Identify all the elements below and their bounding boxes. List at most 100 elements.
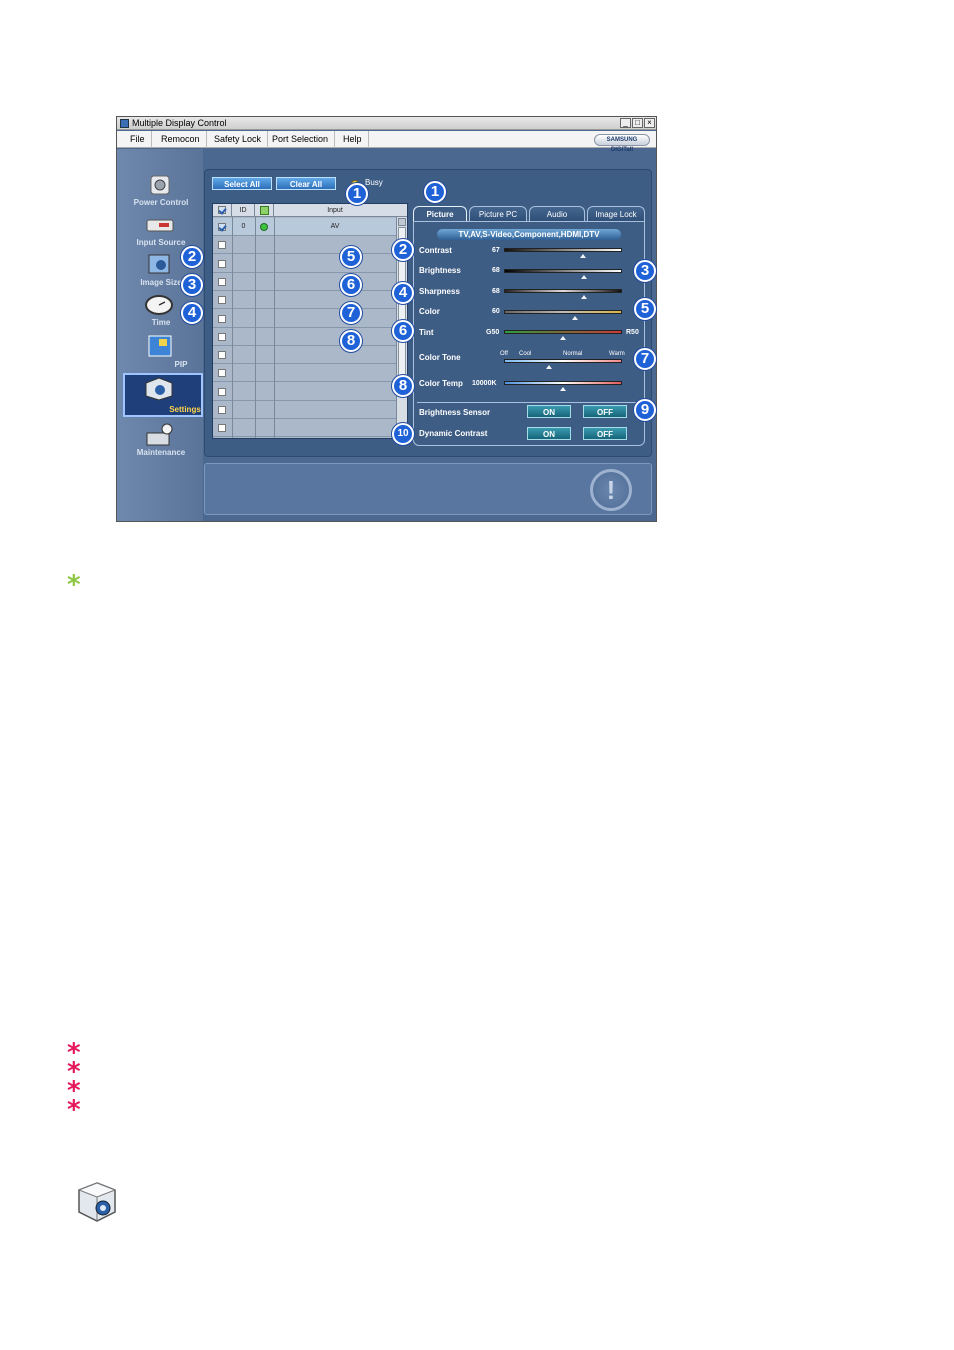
brightness-sensor-off-button[interactable]: OFF [583,405,627,418]
menu-file[interactable]: File [124,131,152,148]
tint-slider-thumb[interactable] [560,336,566,340]
image-size-icon [148,254,170,274]
row-checkbox[interactable] [218,424,226,433]
table-row[interactable] [213,401,396,419]
table-row[interactable]: 0 AV [213,218,396,236]
row-id [232,328,255,346]
marker-8: 8 [392,375,414,397]
window-title: Multiple Display Control [132,118,227,128]
nav-maintenance[interactable]: Maintenance [121,421,201,459]
color-slider[interactable] [504,310,622,314]
tab-image-lock[interactable]: Image Lock [587,206,645,222]
row-input [274,310,396,328]
nav-settings[interactable]: Settings [123,373,203,417]
nav-label: Maintenance [136,448,186,457]
color-slider-thumb[interactable] [571,316,578,320]
tint-slider[interactable] [504,330,622,334]
message-area: ! [204,463,652,515]
close-button[interactable]: × [644,118,655,128]
clear-all-button[interactable]: Clear All [276,177,336,190]
row-input: AV [330,223,340,230]
row-checkbox[interactable] [218,259,226,268]
table-row[interactable] [213,255,396,273]
menu-port-selection[interactable]: Port Selection [266,131,336,148]
row-checkbox[interactable] [218,223,226,231]
tab-picture[interactable]: Picture [413,206,467,222]
tint-green-value: G50 [486,329,500,336]
table-row[interactable] [213,310,396,328]
table-row[interactable] [213,236,396,255]
row-checkbox[interactable] [218,241,226,250]
color-tone-slider-thumb[interactable] [545,365,552,369]
row-id [232,236,255,254]
row-checkbox[interactable] [218,314,226,323]
row-id [232,273,255,291]
header-input: Input [327,207,343,214]
row-id [232,291,255,309]
table-row[interactable] [213,291,396,310]
marker-6: 6 [392,320,414,342]
row-checkbox[interactable] [218,296,226,305]
contrast-slider[interactable] [504,248,622,252]
note-asterisk: * [67,1095,81,1125]
contrast-slider-thumb[interactable] [580,254,587,258]
sharpness-label: Sharpness [419,287,460,296]
marker-2: 2 [392,239,414,261]
table-row[interactable] [213,364,396,383]
sharpness-slider[interactable] [504,289,622,293]
row-checkbox[interactable] [218,387,226,396]
row-input [274,401,396,419]
sharpness-slider-thumb[interactable] [581,295,588,299]
row-input [274,346,396,364]
brightness-slider[interactable] [504,269,622,273]
header-select-checkbox[interactable] [213,204,232,217]
tab-picture-pc[interactable]: Picture PC [469,206,527,222]
row-id [232,310,255,328]
menu-help[interactable]: Help [337,131,369,148]
row-input [274,383,396,401]
table-row[interactable] [213,346,396,365]
row-checkbox[interactable] [218,406,226,414]
power-control-icon [150,175,170,195]
color-tone-slider[interactable] [504,359,622,363]
row-checkbox[interactable] [218,351,226,360]
tone-normal: Normal [563,351,583,357]
alert-icon: ! [590,469,632,511]
brightness-slider-thumb[interactable] [581,275,588,279]
row-checkbox[interactable] [218,369,226,378]
table-row[interactable] [213,383,396,401]
row-input [274,255,396,273]
color-temp-slider[interactable] [504,381,622,385]
nav-pip[interactable]: PIP [121,333,201,371]
color-temp-slider-thumb[interactable] [560,387,566,391]
marker-5: 5 [634,298,656,320]
dynamic-contrast-on-button[interactable]: ON [527,427,571,440]
maximize-button[interactable]: □ [632,118,643,128]
pip-icon [148,335,172,357]
contrast-label: Contrast [419,246,452,255]
row-checkbox[interactable] [218,332,226,341]
table-row[interactable] [213,328,396,346]
title-bar: Multiple Display Control _ □ × [117,117,656,130]
dynamic-contrast-off-button[interactable]: OFF [583,427,627,440]
tab-audio[interactable]: Audio [529,206,585,222]
nav-power-control[interactable]: Power Control [121,171,201,209]
nav-input-source[interactable]: Input Source [121,211,201,249]
select-all-button[interactable]: Select All [212,177,272,190]
nav-label: Power Control [133,198,189,207]
brightness-label: Brightness [419,266,461,275]
scroll-up-button[interactable] [398,218,406,226]
row-checkbox[interactable] [218,277,226,286]
app-icon [120,119,129,128]
color-label: Color [419,307,440,316]
table-row[interactable] [213,419,396,438]
menu-safety-lock[interactable]: Safety Lock [208,131,269,148]
menu-remocon[interactable]: Remocon [155,131,207,148]
table-row[interactable] [213,273,396,291]
minimize-button[interactable]: _ [620,118,631,128]
brightness-value: 68 [492,267,500,274]
row-id [232,346,255,364]
brightness-sensor-on-button[interactable]: ON [527,405,571,418]
marker-1: 1 [346,183,368,205]
tone-warm: Warm [609,351,625,357]
